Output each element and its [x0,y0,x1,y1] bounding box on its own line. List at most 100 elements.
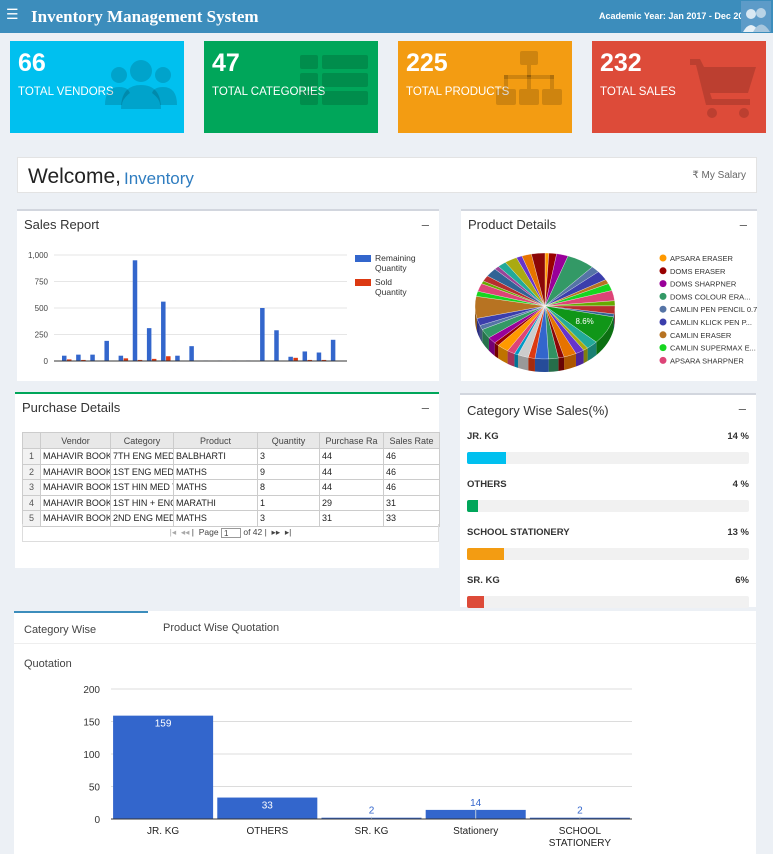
data-label: 14 [470,798,482,809]
progress-fill [467,548,504,560]
category-sales-item: JR. KG 14 % [467,431,749,442]
data-bar [288,356,293,361]
tile-total-sales[interactable]: 232 TOTAL SALES [592,41,766,133]
menu-icon[interactable]: ☰ [6,6,19,23]
data-label: 2 [369,806,375,817]
table-cell: 31 [383,494,440,511]
y-tick-label: 1,000 [28,251,49,260]
user-avatar-icon[interactable] [741,1,771,32]
minimize-button[interactable]: – [740,217,747,232]
legend-label: DOMS COLOUR ERA... [670,292,750,301]
first-page-button[interactable]: |◂ [170,527,176,537]
data-bar [260,308,265,361]
data-bar [113,715,214,819]
sitemap-icon [496,51,562,105]
table-row[interactable]: 3 MAHAVIR BOOK 1ST HIN MED T MATHS 8 44 46 [22,479,440,496]
table-cell: 1ST HIN MED T [110,479,174,496]
category-name: SR. KG [467,575,500,586]
category-name: SCHOOL STATIONERY [467,527,570,538]
column-header[interactable]: Product [173,432,258,449]
tile-total-vendors[interactable]: 66 TOTAL VENDORS [10,41,184,133]
legend-label: DOMS SHARPNER [670,280,737,289]
category-percent: 14 % [727,431,749,442]
y-tick-label: 100 [83,750,100,761]
column-header[interactable]: Category [110,432,174,449]
top-bar: ☰ Inventory Management System Academic Y… [0,0,773,33]
progress-fill [467,500,479,512]
table-row[interactable]: 4 MAHAVIR BOOK 1ST HIN + ENG MARATHI 1 29 31 [22,494,440,511]
minimize-button[interactable]: – [422,400,429,415]
cart-icon [690,59,756,118]
pie-percent-label: 8.6% [576,317,594,326]
legend-label: Sold Quantity [375,277,407,297]
column-header[interactable]: Vendor [40,432,111,449]
tile-total-categories[interactable]: 47 TOTAL CATEGORIES [204,41,378,133]
product-details-panel: Product Details – 8.6% APSARA ERASER DOMS … [461,209,757,381]
data-bar [189,346,194,361]
prev-page-button[interactable]: ◂◂ [181,527,190,537]
category-sales-panel: Category Wise Sales(%) – JR. KG 14 % OTHER… [460,393,756,608]
last-page-button[interactable]: ▸| [285,527,291,537]
column-header[interactable]: Quantity [257,432,320,449]
tile-label: TOTAL VENDORS [18,86,114,98]
tile-label: TOTAL SALES [600,86,676,98]
row-number: 4 [22,494,41,511]
x-tick-label: SR. KG [355,826,389,837]
data-bar [316,352,322,361]
table-cell: 29 [319,494,384,511]
category-progress-bar [467,548,749,560]
column-header[interactable]: Purchase Ra [319,432,384,449]
legend-swatch [659,344,667,352]
data-bar [161,301,166,361]
academic-year: Academic Year: Jan 2017 - Dec 2018 [599,11,754,21]
pie-slice-side [548,358,559,372]
category-percent: 6% [735,575,749,586]
panel-title: Sales Report [24,217,100,232]
pie-slice-side [558,356,565,372]
quotation-chart: 0 50 100 150 200 159 JR. KG 33 OTHERS 2 SR. KG 14 St… [83,685,632,849]
table-row[interactable]: 2MAHAVIR BOOK1ST ENG MED TMATHS94446 [22,463,440,480]
my-salary-link[interactable]: ₹ My Salary [692,170,746,181]
tab-product-wise-quotation[interactable]: Product Wise Quotation [153,611,289,643]
y-tick-label: 750 [35,278,49,287]
table-header-row: Vendor Category Product Quantity Purchas… [22,432,440,449]
page-input[interactable]: 1 [220,527,241,538]
minimize-button[interactable]: – [422,217,429,232]
sales-report-chart: 0 250 500 750 1,000 Remaining Quantity Sold Quan… [28,251,416,366]
column-header[interactable]: Sales Rate [383,432,440,449]
category-progress-bar [467,596,749,608]
table-cell: MAHAVIR BOOK [40,448,111,465]
column-header[interactable] [22,432,41,449]
tile-total-products[interactable]: 225 TOTAL PRODUCTS [398,41,572,133]
pie-slice-side [514,353,518,368]
legend-label: CAMLIN PEN PENCIL 0.7 [670,305,757,314]
data-bar [175,355,180,361]
category-sales-item: SCHOOL STATIONERY 13 % [467,527,749,538]
table-cell: 1 [257,494,320,511]
legend-swatch [659,292,667,300]
tab-divider [14,643,756,644]
data-bar [90,354,95,361]
table-cell: BALBHARTI [173,448,258,465]
tab-category-wise-quotation[interactable]: Category Wise Quotation [14,611,148,670]
progress-fill [467,452,507,464]
y-tick-label: 0 [94,815,100,826]
x-tick-label: JR. KG [147,826,179,837]
legend-label: APSARA ERASER [670,254,734,263]
page-label: Page [198,527,219,537]
legend-swatch [659,356,667,364]
legend-swatch [355,255,371,262]
y-tick-label: 500 [35,304,49,313]
pie-slice-side [534,358,549,372]
y-tick-label: 50 [89,783,101,794]
sales-report-panel: Sales Report – 0 250 500 750 1,000 Remaining Q… [17,209,439,381]
minimize-button[interactable]: – [739,401,746,416]
table-row[interactable]: 1MAHAVIR BOOK7TH ENG MED TBALBHARTI34446 [22,448,440,465]
table-cell: MARATHI [173,494,258,511]
table-cell: 46 [383,448,440,465]
y-tick-label: 200 [83,685,100,696]
next-page-button[interactable]: ▸▸ [272,527,281,537]
data-bar [76,354,81,361]
legend-label: Remaining Quantity [375,253,416,273]
data-bar [146,328,152,361]
